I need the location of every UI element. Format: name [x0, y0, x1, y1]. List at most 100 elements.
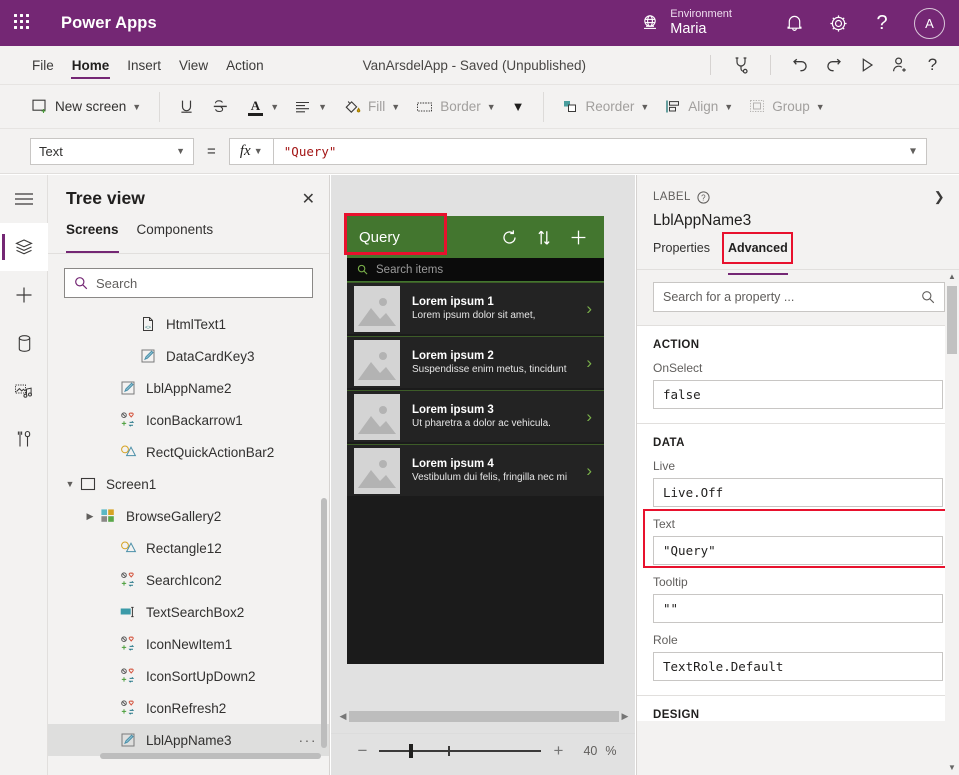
undo-icon[interactable]: [784, 46, 817, 85]
fill-button[interactable]: Fill ▼: [335, 91, 408, 123]
underline-icon[interactable]: [170, 91, 203, 123]
properties-scrollbar[interactable]: ▲ ▼: [945, 270, 959, 775]
scroll-right-arrow-icon[interactable]: ▶: [619, 711, 631, 722]
tree-item-iconbackarrow1[interactable]: IconBackarrow1: [48, 404, 329, 436]
formula-input[interactable]: "Query" ▼: [273, 138, 927, 165]
bell-icon[interactable]: [772, 0, 816, 46]
app-checker-icon[interactable]: [724, 46, 757, 85]
tree-item-iconrefresh2[interactable]: IconRefresh2: [48, 692, 329, 724]
tab-screens[interactable]: Screens: [66, 222, 119, 253]
tree-vertical-scrollbar[interactable]: [321, 498, 327, 748]
chevron-down-icon[interactable]: ▼: [910, 146, 916, 157]
close-icon[interactable]: ✕: [302, 189, 315, 209]
gallery-item[interactable]: Lorem ipsum 1Lorem ipsum dolor sit amet,…: [347, 282, 604, 336]
hamburger-menu-icon[interactable]: [0, 175, 48, 223]
gear-icon[interactable]: [816, 0, 860, 46]
menu-item-insert[interactable]: Insert: [118, 46, 170, 85]
zoom-slider[interactable]: [379, 744, 541, 758]
tree-item-screen1[interactable]: ▼Screen1: [48, 468, 329, 500]
tree-horizontal-scrollbar[interactable]: [100, 753, 321, 759]
tree-item-htmltext1[interactable]: <>HtmlText1: [48, 308, 329, 340]
gallery-item[interactable]: Lorem ipsum 3Ut pharetra a dolor ac vehi…: [347, 390, 604, 444]
add-new-item-icon[interactable]: [570, 229, 587, 246]
zoom-out-button[interactable]: −: [349, 741, 375, 761]
question-mark-icon[interactable]: ?: [860, 0, 904, 46]
property-value-input[interactable]: TextRole.Default: [653, 652, 943, 681]
insert-plus-icon[interactable]: [0, 271, 48, 319]
avatar[interactable]: A: [914, 8, 945, 39]
tree-search-input[interactable]: Search: [64, 268, 313, 298]
tree-item-lblappname2[interactable]: LblAppName2: [48, 372, 329, 404]
chevron-expand-icon[interactable]: ▼: [62, 479, 78, 489]
refresh-icon[interactable]: [501, 229, 518, 246]
chevron-right-icon[interactable]: ›: [586, 299, 592, 319]
tree-item-list[interactable]: <>HtmlText1DataCardKey3LblAppName2IconBa…: [48, 308, 329, 763]
zoom-slider-thumb[interactable]: [409, 744, 413, 758]
tree-item-iconnewitem1[interactable]: IconNewItem1: [48, 628, 329, 660]
data-cylinder-icon[interactable]: [0, 319, 48, 367]
property-value-input[interactable]: "Query": [653, 536, 943, 565]
help-question-icon[interactable]: ?: [916, 46, 949, 85]
share-user-icon[interactable]: [883, 46, 916, 85]
scroll-left-arrow-icon[interactable]: ◀: [337, 711, 349, 722]
menu-item-action[interactable]: Action: [217, 46, 273, 85]
play-preview-icon[interactable]: [850, 46, 883, 85]
tree-item-overflow-menu[interactable]: ···: [299, 732, 318, 748]
fx-toggle-button[interactable]: fx ▼: [229, 138, 273, 165]
new-screen-button[interactable]: New screen ▼: [24, 91, 149, 123]
properties-scroll-thumb[interactable]: [947, 286, 957, 354]
property-value-input[interactable]: "": [653, 594, 943, 623]
gallery-item[interactable]: Lorem ipsum 4Vestibulum dui felis, fring…: [347, 444, 604, 498]
border-button[interactable]: Border ▼: [408, 91, 503, 123]
tree-view-layers-icon[interactable]: [0, 223, 48, 271]
menu-item-view[interactable]: View: [170, 46, 217, 85]
text-align-icon[interactable]: ▼: [287, 91, 335, 123]
search-icon[interactable]: [921, 290, 935, 304]
zoom-in-button[interactable]: +: [545, 741, 571, 761]
border-label: Border: [440, 99, 481, 114]
tree-item-browsegallery2[interactable]: ▶BrowseGallery2: [48, 500, 329, 532]
scroll-down-arrow-icon[interactable]: ▼: [945, 761, 959, 775]
canvas-scroll-thumb[interactable]: [349, 711, 619, 722]
canvas-horizontal-scrollbar[interactable]: ◀ ▶: [337, 708, 631, 724]
environment-picker[interactable]: Environment Maria: [639, 8, 732, 37]
font-color-icon[interactable]: A ▼: [239, 91, 287, 123]
reorder-button[interactable]: Reorder ▼: [554, 91, 658, 123]
scroll-up-arrow-icon[interactable]: ▲: [945, 270, 959, 284]
tree-item-textsearchbox2[interactable]: TextSearchBox2: [48, 596, 329, 628]
tree-item-lblappname3[interactable]: LblAppName3···: [48, 724, 329, 756]
waffle-grid-icon[interactable]: [14, 14, 44, 32]
brand-title[interactable]: Power Apps: [61, 14, 157, 33]
redo-icon[interactable]: [817, 46, 850, 85]
align-button[interactable]: Align ▼: [657, 91, 741, 123]
property-search-input[interactable]: Search for a property ...: [653, 282, 945, 312]
media-icon[interactable]: [0, 367, 48, 415]
more-format-options-button[interactable]: ▼: [504, 91, 533, 123]
tree-item-searchicon2[interactable]: SearchIcon2: [48, 564, 329, 596]
info-question-icon[interactable]: ?: [697, 191, 710, 204]
chevron-right-icon[interactable]: ❯: [934, 189, 945, 205]
sort-icon[interactable]: [537, 229, 551, 246]
chevron-right-icon[interactable]: ›: [586, 353, 592, 373]
advanced-tools-icon[interactable]: [0, 415, 48, 463]
chevron-expand-icon[interactable]: ▶: [82, 511, 98, 522]
tab-properties[interactable]: Properties: [653, 241, 710, 269]
tree-item-iconsortupdown2[interactable]: IconSortUpDown2: [48, 660, 329, 692]
menu-item-home[interactable]: Home: [63, 46, 119, 85]
menu-item-file[interactable]: File: [23, 46, 63, 85]
tree-item-rectangle12[interactable]: Rectangle12: [48, 532, 329, 564]
group-button[interactable]: Group ▼: [741, 91, 832, 123]
chevron-right-icon[interactable]: ›: [586, 407, 592, 427]
property-value-input[interactable]: false: [653, 380, 943, 409]
property-list[interactable]: ACTIONOnSelectfalseDATALiveLive.OffText"…: [637, 326, 959, 721]
chevron-right-icon[interactable]: ›: [586, 461, 592, 481]
tree-item-datacardkey3[interactable]: DataCardKey3: [48, 340, 329, 372]
phone-preview[interactable]: Query: [347, 216, 604, 664]
property-value-input[interactable]: Live.Off: [653, 478, 943, 507]
strikethrough-icon[interactable]: [203, 91, 239, 123]
tab-components[interactable]: Components: [137, 222, 214, 253]
property-selector[interactable]: Text ▼: [30, 138, 194, 165]
app-search-box[interactable]: Search items: [347, 258, 604, 282]
gallery-item[interactable]: Lorem ipsum 2Suspendisse enim metus, tin…: [347, 336, 604, 390]
tree-item-rectquickactionbar2[interactable]: RectQuickActionBar2: [48, 436, 329, 468]
